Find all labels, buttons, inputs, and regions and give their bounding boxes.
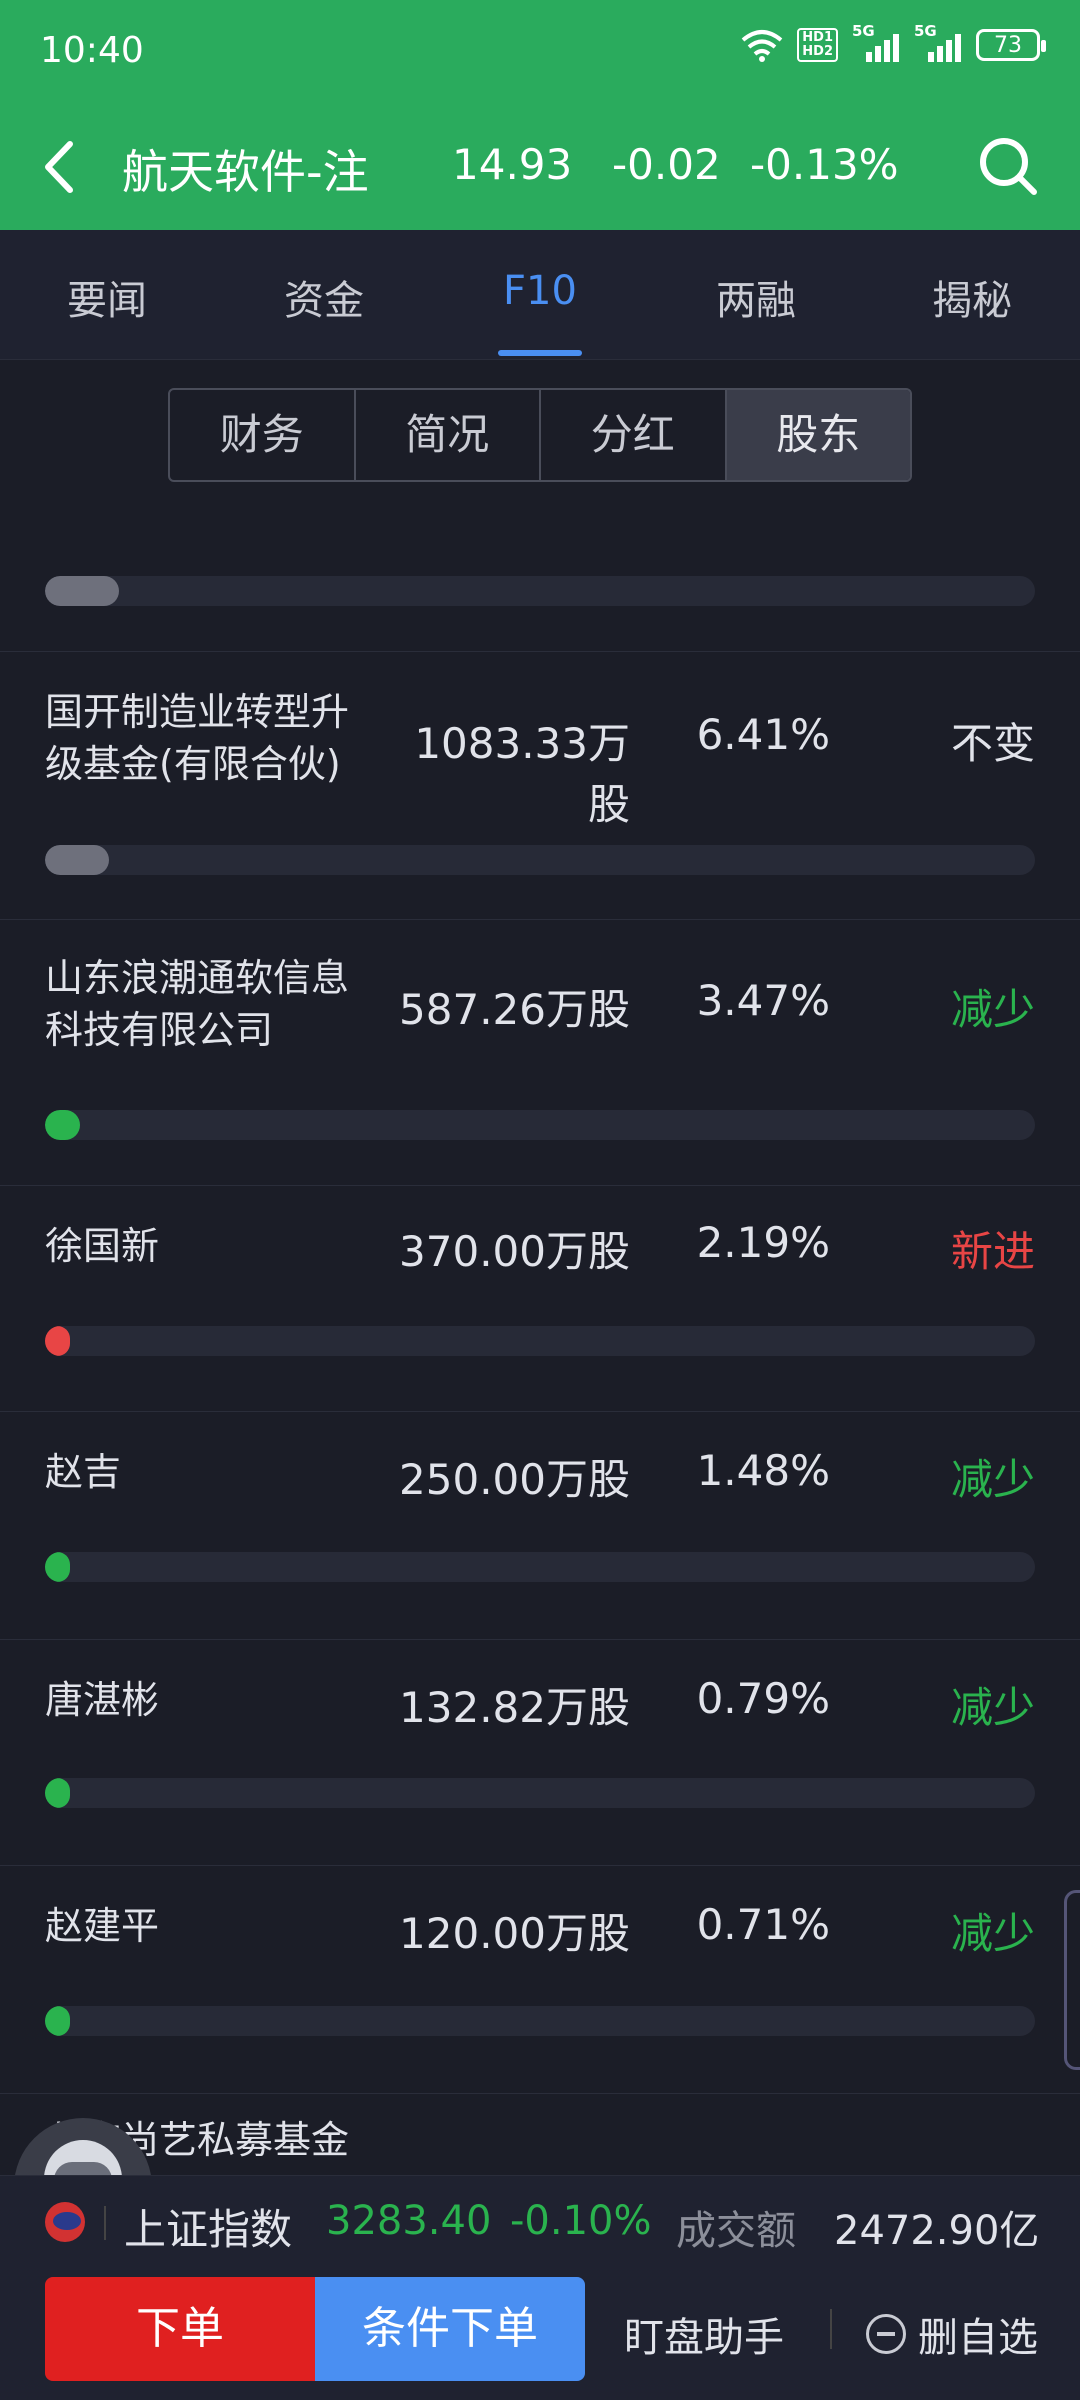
battery-icon: 73: [976, 29, 1046, 61]
index-volume-label: 成交额: [676, 2208, 796, 2254]
holding-bar-track: [45, 1326, 1035, 1356]
status-icons: HD1 HD2 5G 5G 73: [741, 22, 1046, 62]
tab-funds[interactable]: 资金: [234, 268, 414, 326]
segment-finance[interactable]: 财务: [170, 390, 356, 480]
visor-icon: [54, 2162, 112, 2175]
bottom-action-bar: 下单 条件下单 盯盘助手 删自选: [0, 2265, 1080, 2400]
list-item[interactable]: [0, 490, 1080, 652]
holding-bar: [45, 2006, 70, 2036]
holding-bar: [45, 1110, 80, 1140]
list-item[interactable]: 北京尚艺私募基金: [0, 2094, 1080, 2175]
holder-name: 赵吉: [45, 1450, 122, 1494]
segment-shareholders[interactable]: 股东: [726, 390, 910, 480]
signal-2-icon: 5G: [914, 22, 962, 62]
holding-bar: [45, 576, 120, 606]
index-value: 3283.40: [326, 2198, 492, 2244]
holding-bar-track: [45, 2006, 1035, 2036]
holder-pct: 0.71%: [696, 1900, 830, 1949]
holder-shares: 120.00万股: [399, 1909, 630, 1958]
holder-shares: 132.82万股: [399, 1683, 630, 1732]
holding-bar: [45, 1778, 70, 1808]
holding-bar-track: [45, 1778, 1035, 1808]
title-bar: 航天软件-注 14.93 -0.02 -0.13%: [0, 110, 1080, 220]
back-arrow-icon[interactable]: [40, 140, 80, 194]
conditional-order-button[interactable]: 条件下单: [315, 2277, 585, 2381]
status-bar: 10:40 HD1 HD2 5G 5G 73: [0, 0, 1080, 100]
holding-bar-track: [45, 1552, 1035, 1582]
index-change-pct: -0.10%: [510, 2198, 652, 2244]
order-button[interactable]: 下单: [45, 2277, 315, 2381]
holder-name: 唐湛彬: [45, 1678, 160, 1722]
index-logo-icon: [45, 2202, 85, 2242]
remove-watchlist-label: 删自选: [918, 2315, 1038, 2361]
tab-f10[interactable]: F10: [450, 268, 630, 314]
list-item[interactable]: 赵建平 120.00万股 0.71% 减少: [0, 1866, 1080, 2094]
tab-reveal[interactable]: 揭秘: [882, 268, 1062, 326]
holding-bar: [45, 1552, 70, 1582]
holder-name: 山东浪潮通软信息科技有限公司: [45, 956, 350, 1052]
holder-change: 新进: [950, 1227, 1035, 1276]
index-volume: 2472.90亿: [834, 2208, 1040, 2254]
holding-bar-track: [45, 1110, 1035, 1140]
list-item[interactable]: 赵吉 250.00万股 1.48% 减少: [0, 1412, 1080, 1640]
stock-change: -0.02: [612, 140, 721, 189]
holder-pct: 2.19%: [696, 1218, 830, 1267]
wifi-icon: [741, 30, 783, 62]
holder-pct: 6.41%: [696, 710, 830, 759]
holder-pct: 0.79%: [696, 1674, 830, 1723]
status-time: 10:40: [40, 30, 144, 71]
holder-change: 减少: [950, 985, 1035, 1034]
holder-change: 减少: [950, 1455, 1035, 1504]
segment-control: 财务 简况 分红 股东: [168, 388, 912, 482]
list-item[interactable]: 唐湛彬 132.82万股 0.79% 减少: [0, 1640, 1080, 1866]
holding-bar-track: [45, 576, 1035, 606]
divider: [830, 2309, 832, 2349]
side-drawer-handle[interactable]: [1064, 1890, 1080, 2070]
holder-change: 减少: [950, 1909, 1035, 1958]
remove-watchlist-button[interactable]: 删自选: [866, 2305, 1038, 2363]
holder-pct: 3.47%: [696, 976, 830, 1025]
list-item[interactable]: 徐国新 370.00万股 2.19% 新进: [0, 1186, 1080, 1412]
stock-name: 航天软件-注: [122, 145, 369, 199]
search-icon[interactable]: [976, 134, 1040, 198]
tab-margin[interactable]: 两融: [666, 268, 846, 326]
holder-pct: 1.48%: [696, 1446, 830, 1495]
holder-name: 国开制造业转型升级基金(有限合伙): [45, 690, 350, 786]
hd-icon: HD1 HD2: [797, 28, 838, 62]
minus-circle-icon: [866, 2314, 906, 2354]
tab-bar: 要闻 资金 F10 两融 揭秘: [0, 230, 1080, 360]
segment-dividend[interactable]: 分红: [541, 390, 727, 480]
list-item[interactable]: 山东浪潮通软信息科技有限公司 587.26万股 3.47% 减少: [0, 920, 1080, 1186]
holding-bar-track: [45, 845, 1035, 875]
divider: [104, 2206, 106, 2240]
holder-shares: 587.26万股: [399, 985, 630, 1034]
holder-name: 赵建平: [45, 1904, 160, 1948]
holder-change: 不变: [950, 719, 1035, 768]
segment-overview[interactable]: 简况: [356, 390, 541, 480]
header: 10:40 HD1 HD2 5G 5G 73 航天软件-注 14.93 -0.0…: [0, 0, 1080, 230]
tab-indicator: [498, 350, 582, 356]
holder-shares: 370.00万股: [399, 1227, 630, 1276]
holder-name: 徐国新: [45, 1224, 160, 1268]
holding-bar: [45, 845, 110, 875]
index-name: 上证指数: [124, 2205, 293, 2254]
signal-1-icon: 5G: [852, 22, 900, 62]
page: 10:40 HD1 HD2 5G 5G 73 航天软件-注 14.93 -0.0…: [0, 0, 1080, 2400]
holding-bar: [45, 1326, 70, 1356]
holder-shares: 250.00万股: [399, 1455, 630, 1504]
stock-price: 14.93: [452, 140, 573, 189]
shareholder-list: 国开制造业转型升级基金(有限合伙) 1083.33万股 6.41% 不变 山东浪…: [0, 490, 1080, 2175]
holder-change: 减少: [950, 1683, 1035, 1732]
list-item[interactable]: 国开制造业转型升级基金(有限合伙) 1083.33万股 6.41% 不变: [0, 652, 1080, 920]
stock-change-pct: -0.13%: [750, 140, 899, 189]
holder-shares: 1083.33万股: [414, 719, 630, 829]
index-ticker[interactable]: 上证指数 3283.40 -0.10% 成交额 2472.90亿: [0, 2175, 1080, 2265]
watch-assistant-button[interactable]: 盯盘助手: [624, 2305, 784, 2363]
tab-news[interactable]: 要闻: [17, 268, 197, 326]
